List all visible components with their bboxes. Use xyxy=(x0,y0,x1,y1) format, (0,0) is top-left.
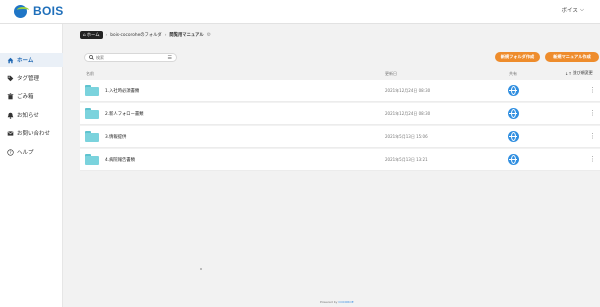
more-options-icon[interactable]: ⋮ xyxy=(589,155,596,163)
table-row[interactable]: 2.新人フォロー書類 2021年12月24日 08:30 ⋮ xyxy=(80,103,600,125)
sidebar-item-label: ごみ箱 xyxy=(17,94,34,100)
trash-icon xyxy=(7,92,14,100)
row-name[interactable]: 1.入社時必須書類 xyxy=(105,88,139,94)
table-row[interactable]: 4.病院報告書類 2021年5月13日 13:21 ⋮ xyxy=(80,149,600,171)
row-name[interactable]: 2.新人フォロー書類 xyxy=(105,111,143,117)
home-icon xyxy=(7,57,14,64)
bois-logo[interactable]: BOIS xyxy=(14,4,64,18)
sidebar-item-contact[interactable]: お問い合わせ xyxy=(0,126,63,140)
row-name[interactable]: 4.病院報告書類 xyxy=(105,157,135,163)
sidebar-item-tags[interactable]: タグ管理 xyxy=(0,71,63,85)
more-options-icon[interactable]: ⋮ xyxy=(589,86,596,94)
sidebar-item-label: タグ管理 xyxy=(17,76,40,82)
logo-mark-icon xyxy=(14,4,30,18)
folder-icon xyxy=(85,108,99,119)
dot-marker xyxy=(200,268,202,270)
globe-icon[interactable] xyxy=(508,154,519,165)
breadcrumb: ⌂ ホーム › bois-cocoroheのフォルダ › 閲覧用マニュアル ⚙ xyxy=(80,31,211,39)
search-icon xyxy=(89,54,94,61)
row-date: 2021年12月24日 08:30 xyxy=(385,88,431,93)
settings-icon[interactable]: ⚙ xyxy=(207,32,211,38)
mail-icon xyxy=(7,130,14,137)
user-menu[interactable]: ボイス ⌵ xyxy=(561,6,584,15)
search-input[interactable] xyxy=(96,55,168,60)
globe-icon[interactable] xyxy=(508,131,519,142)
user-label: ボイス xyxy=(561,8,578,14)
sidebar-item-label: ヘルプ xyxy=(17,150,34,156)
breadcrumb-separator: › xyxy=(105,32,108,38)
footer: Powered by COCOROE xyxy=(320,300,354,304)
column-header-name: 名前 xyxy=(86,71,94,76)
sort-button[interactable]: ↓↑ 並び順変更 xyxy=(565,70,593,76)
more-options-icon[interactable]: ⋮ xyxy=(589,109,596,117)
sort-icon: ↓↑ xyxy=(565,70,572,76)
globe-icon[interactable] xyxy=(508,85,519,96)
footer-link[interactable]: COCOROE xyxy=(338,300,353,304)
tag-icon xyxy=(7,75,14,82)
new-manual-button[interactable]: 新規マニュアル作成 xyxy=(545,52,599,62)
more-options-icon[interactable]: ⋮ xyxy=(589,132,596,140)
sidebar-item-notices[interactable]: お知らせ xyxy=(0,108,63,122)
sidebar-item-label: ホーム xyxy=(17,58,34,64)
sidebar-item-label: お知らせ xyxy=(17,113,39,119)
row-name[interactable]: 3.情報提供 xyxy=(105,134,126,140)
sidebar: ホーム タグ管理 ごみ箱 お知らせ お問い合わせ ? ヘルプ xyxy=(0,24,63,307)
filter-icon[interactable]: ☰ xyxy=(168,55,172,61)
sort-label: 並び順変更 xyxy=(572,70,593,75)
folder-icon xyxy=(85,85,99,96)
search-box: ☰ xyxy=(84,53,177,62)
logo-text: BOIS xyxy=(33,4,64,18)
sidebar-item-trash[interactable]: ごみ箱 xyxy=(0,89,63,103)
sidebar-item-label: お問い合わせ xyxy=(17,131,51,137)
sidebar-item-home[interactable]: ホーム xyxy=(0,53,63,67)
table-row[interactable]: 1.入社時必須書類 2021年12月24日 08:30 ⋮ xyxy=(80,80,600,102)
help-icon: ? xyxy=(7,148,14,156)
breadcrumb-current: 閲覧用マニュアル xyxy=(169,33,204,38)
row-date: 2021年5月13日 13:21 xyxy=(385,157,428,162)
top-bar: BOIS ボイス ⌵ xyxy=(0,0,600,24)
globe-icon[interactable] xyxy=(508,108,519,119)
bell-icon xyxy=(7,112,14,119)
column-header-updated: 更新日 xyxy=(385,71,397,76)
row-date: 2021年5月13日 15:06 xyxy=(385,134,428,139)
svg-text:?: ? xyxy=(9,149,11,154)
home-icon: ⌂ xyxy=(83,32,86,38)
breadcrumb-home[interactable]: ⌂ ホーム xyxy=(80,31,103,39)
folder-icon xyxy=(85,154,99,165)
chevron-down-icon: ⌵ xyxy=(579,6,584,13)
footer-text: Powered by xyxy=(320,300,338,304)
column-header-share: 共有 xyxy=(509,71,517,76)
table-row[interactable]: 3.情報提供 2021年5月13日 15:06 ⋮ xyxy=(80,126,600,148)
breadcrumb-folder[interactable]: bois-cocoroheのフォルダ xyxy=(110,32,161,38)
new-folder-button[interactable]: 新規フォルダ作成 xyxy=(495,52,540,62)
row-date: 2021年12月24日 08:30 xyxy=(385,111,431,116)
sidebar-item-help[interactable]: ? ヘルプ xyxy=(0,145,63,159)
breadcrumb-separator: › xyxy=(164,32,167,38)
folder-icon xyxy=(85,131,99,142)
